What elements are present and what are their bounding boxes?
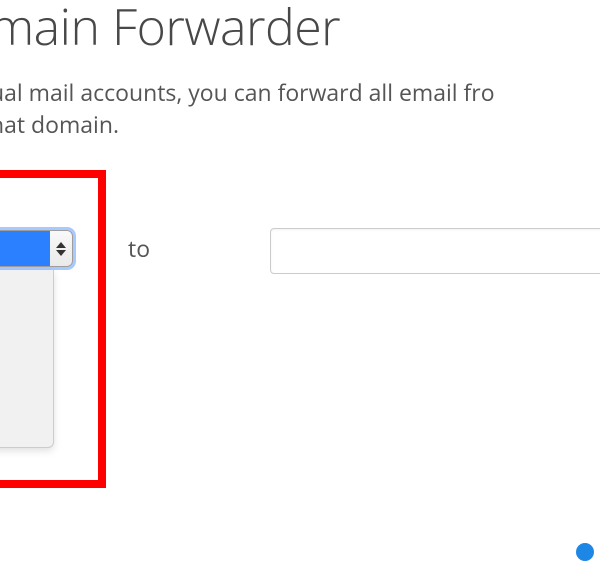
description-line2: hat domain. xyxy=(0,108,119,140)
description-text: ual mail accounts, you can forward all e… xyxy=(0,76,495,140)
source-domain-dropdown-panel[interactable] xyxy=(0,270,54,448)
description-line1: ual mail accounts, you can forward all e… xyxy=(0,76,495,108)
source-domain-select[interactable] xyxy=(0,230,73,267)
source-domain-selected-value xyxy=(0,231,50,266)
destination-domain-input[interactable] xyxy=(270,228,600,274)
page-title: main Forwarder xyxy=(0,0,340,60)
to-label: to xyxy=(128,232,150,264)
info-icon[interactable] xyxy=(576,543,594,561)
forward-form-row: to xyxy=(0,170,600,530)
select-arrows-icon xyxy=(50,231,72,266)
